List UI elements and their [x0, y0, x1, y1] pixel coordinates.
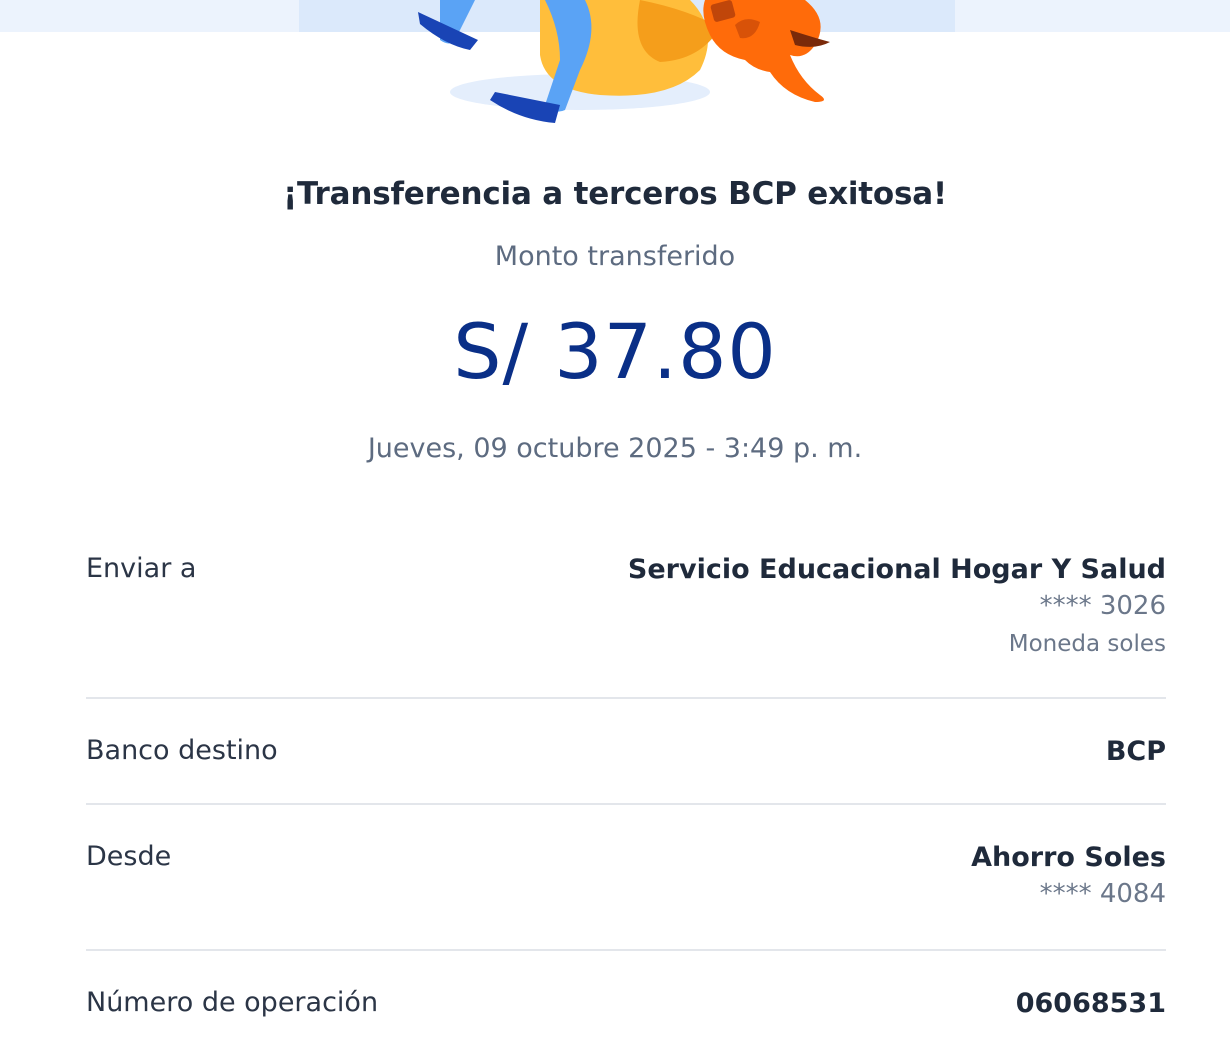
from-account-name: Ahorro Soles — [971, 842, 1166, 873]
dest-bank-values: BCP — [1106, 735, 1166, 768]
send-to-values: Servicio Educacional Hogar Y Salud **** … — [628, 553, 1166, 662]
dest-bank-value: BCP — [1105, 736, 1166, 767]
from-account-number: **** 4084 — [1039, 879, 1166, 909]
transfer-confirmation-page: ¡Transferencia a terceros BCP exitosa! M… — [0, 0, 1230, 1049]
recipient-currency: Moneda soles — [1008, 631, 1166, 657]
amount-label: Monto transferido — [494, 241, 736, 272]
recipient-name: Servicio Educacional Hogar Y Salud — [627, 554, 1166, 585]
detail-row-send-to: Enviar a Servicio Educacional Hogar Y Sa… — [86, 553, 1166, 673]
send-to-label: Enviar a — [86, 553, 197, 584]
from-values: Ahorro Soles **** 4084 — [971, 841, 1166, 914]
recipient-account: **** 3026 — [1039, 591, 1166, 621]
operation-values: 06068531 — [1016, 987, 1166, 1020]
detail-row-from: Desde Ahorro Soles **** 4084 — [86, 841, 1166, 921]
detail-row-operation: Número de operación 06068531 — [86, 987, 1166, 1027]
detail-row-dest-bank: Banco destino BCP — [86, 735, 1166, 775]
from-label: Desde — [86, 841, 172, 872]
transfer-amount: S/ 37.80 — [453, 307, 777, 396]
divider — [86, 949, 1166, 951]
success-illustration-icon — [418, 0, 830, 123]
divider — [86, 803, 1166, 805]
operation-number: 06068531 — [1015, 988, 1166, 1019]
transfer-datetime: Jueves, 09 octubre 2025 - 3:49 p. m. — [367, 433, 863, 464]
divider — [86, 697, 1166, 699]
confirmation-title: ¡Transferencia a terceros BCP exitosa! — [283, 176, 947, 212]
dest-bank-label: Banco destino — [86, 735, 278, 766]
operation-label: Número de operación — [86, 987, 379, 1018]
